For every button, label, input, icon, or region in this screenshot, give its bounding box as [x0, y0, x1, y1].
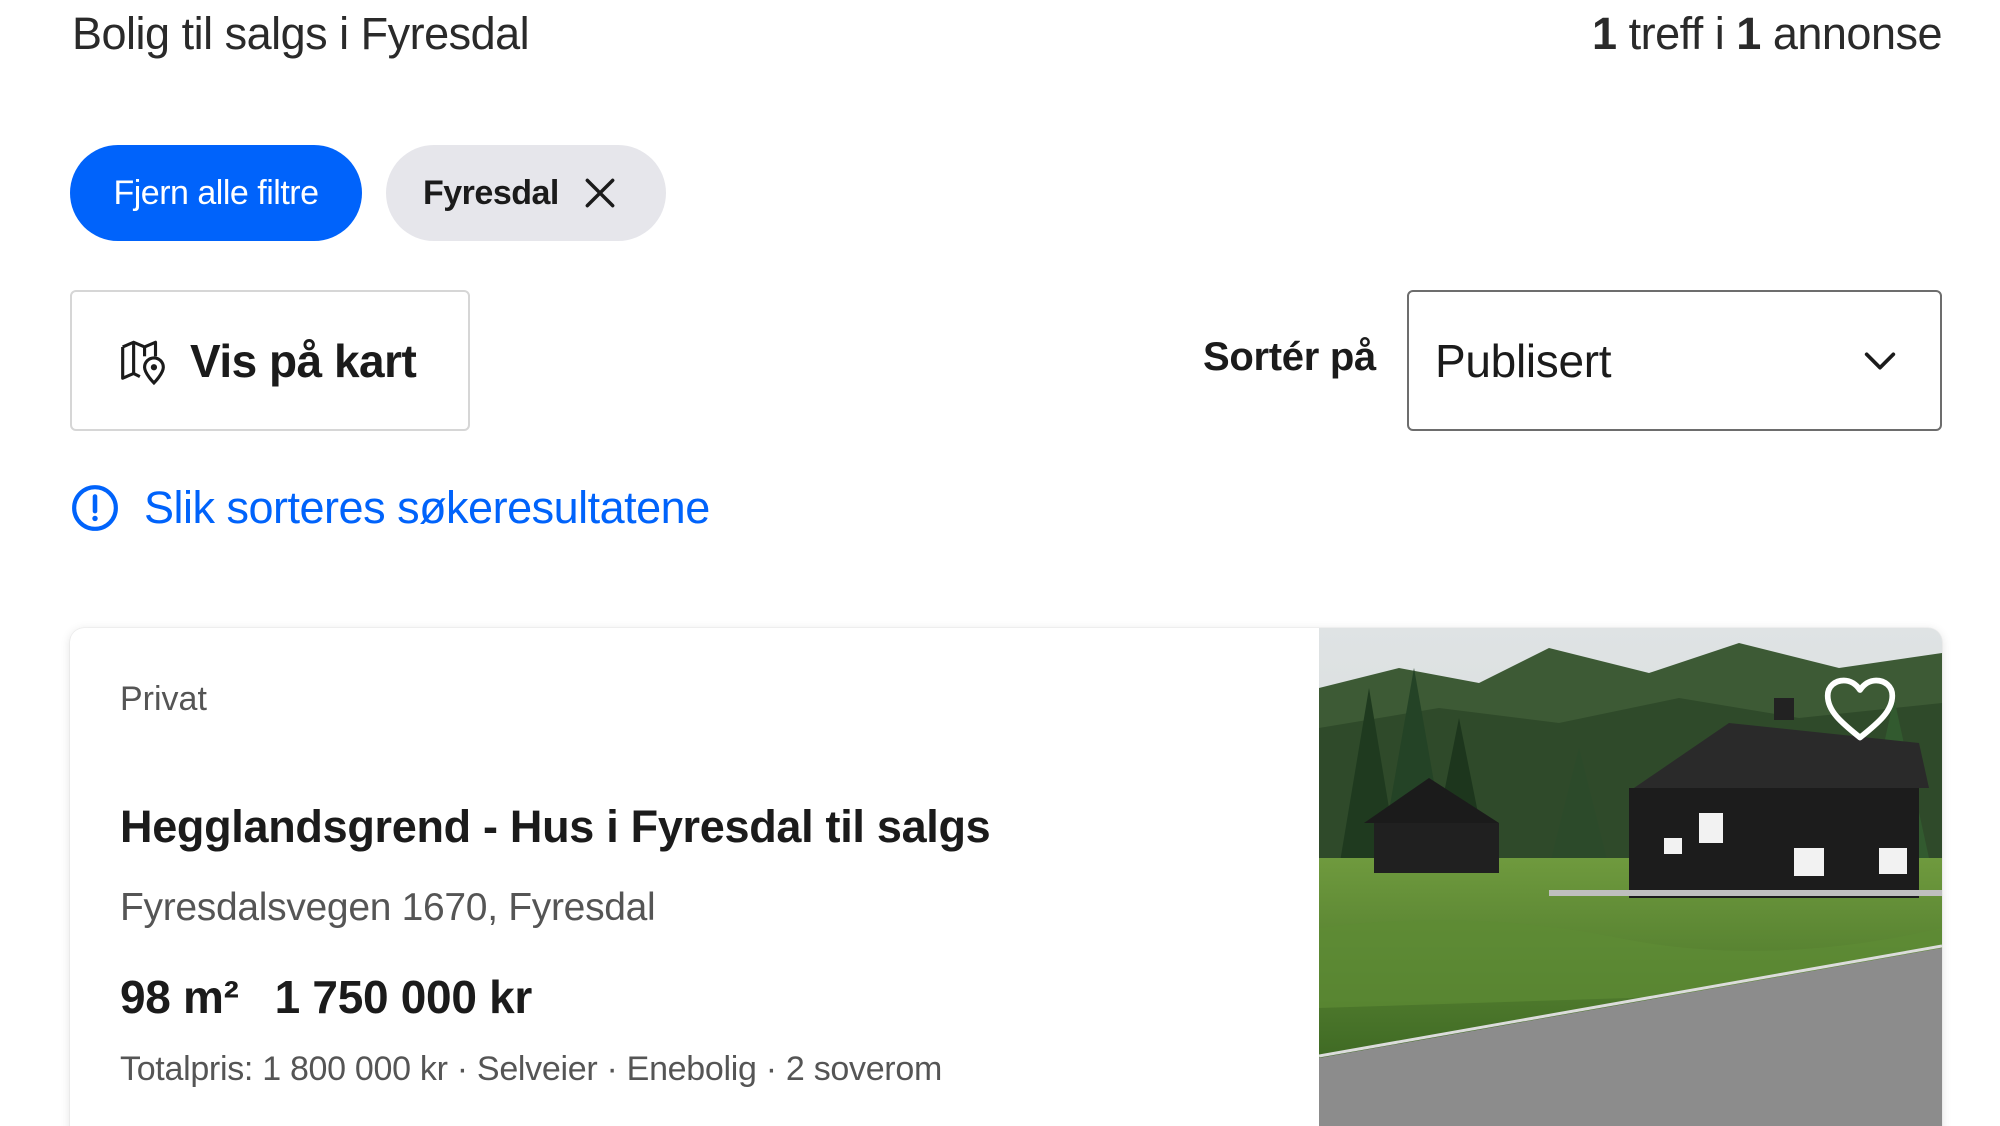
result-count-mid: treff i	[1616, 8, 1737, 59]
sort-select-value: Publisert	[1435, 334, 1612, 387]
heart-icon[interactable]	[1822, 674, 1898, 744]
sort-info-link-text: Slik sorteres søkeresultatene	[144, 482, 710, 533]
map-pin-icon	[121, 340, 165, 385]
search-results-page: Bolig til salgs i Fyresdal 1 treff i 1 a…	[0, 0, 2000, 1126]
listing-card[interactable]: Privat Hegglandsgrend - Hus i Fyresdal t…	[70, 628, 1942, 1126]
filter-chip-label: Fyresdal	[423, 173, 559, 212]
listing-price: 1 750 000 kr	[274, 971, 533, 1023]
listing-address: Fyresdalsvegen 1670, Fyresdal	[120, 886, 656, 929]
show-on-map-label: Vis på kart	[190, 334, 417, 387]
result-count-ads: 1	[1736, 8, 1761, 59]
sort-select[interactable]: Publisert	[1407, 290, 1942, 431]
listing-seller-type: Privat	[120, 680, 207, 718]
filter-chip-fyresdal[interactable]: Fyresdal	[386, 145, 666, 241]
info-circle-icon	[72, 485, 118, 531]
result-count-end: annonse	[1760, 8, 1943, 59]
page-title: Bolig til salgs i Fyresdal	[72, 8, 530, 59]
clear-filters-button[interactable]: Fjern alle filtre	[70, 145, 362, 241]
result-count-hits: 1	[1592, 8, 1617, 59]
listing-price-row: 98 m² 1 750 000 kr	[120, 970, 532, 1024]
listing-size: 98 m²	[120, 971, 239, 1023]
listing-title[interactable]: Hegglandsgrend - Hus i Fyresdal til salg…	[120, 801, 991, 853]
filter-chips: Fjern alle filtre Fyresdal	[70, 145, 666, 241]
listing-details: Totalpris: 1 800 000 kr · Selveier · Ene…	[120, 1050, 942, 1088]
show-on-map-button[interactable]: Vis på kart	[70, 290, 470, 431]
sort-info-link[interactable]: Slik sorteres søkeresultatene	[70, 482, 710, 534]
chevron-down-icon	[1864, 352, 1896, 369]
close-icon[interactable]	[581, 174, 619, 212]
result-count: 1 treff i 1 annonse	[1592, 8, 1942, 60]
sort-label: Sortér på	[1203, 335, 1376, 379]
